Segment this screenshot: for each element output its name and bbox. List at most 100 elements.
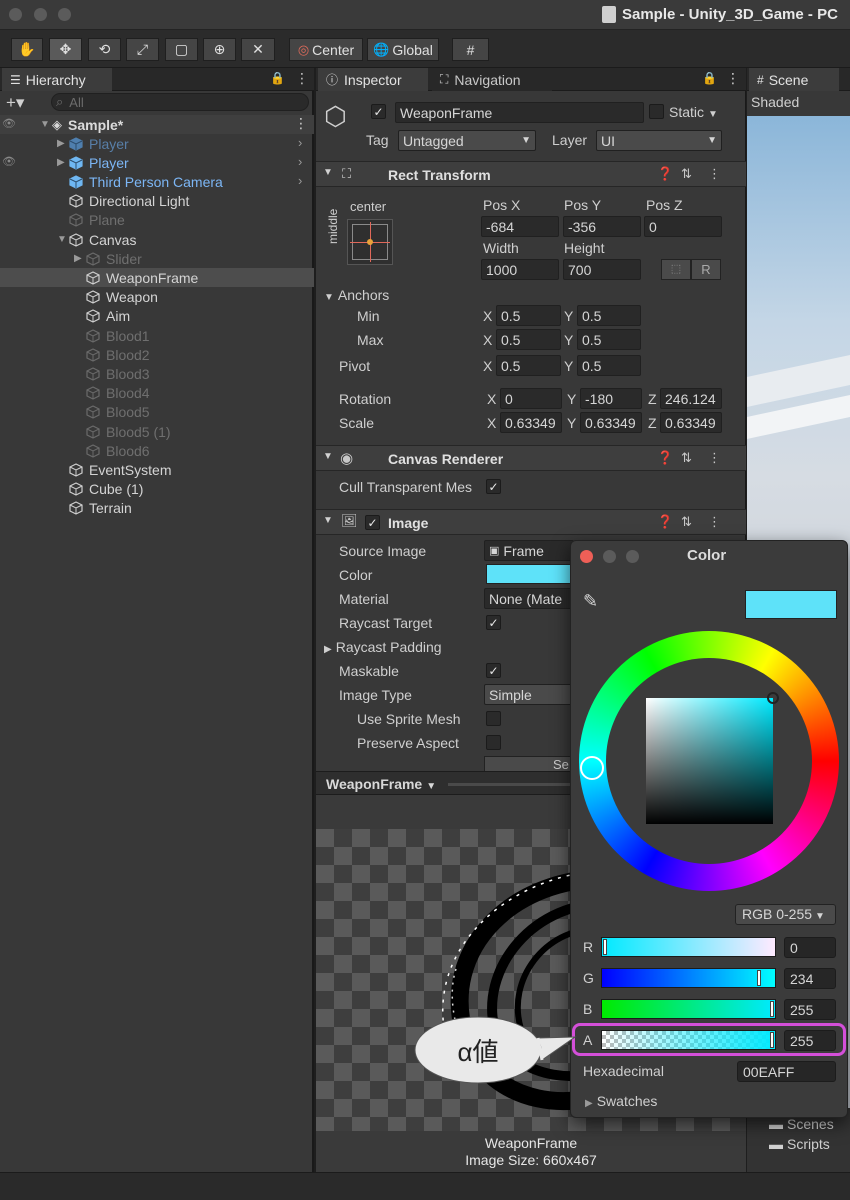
hierarchy-item[interactable]: ▼ Canvas [0,230,314,249]
hex-value-field[interactable]: 00EAFF [737,1061,836,1082]
expand-arrow-icon[interactable]: ▼ [57,234,69,245]
hierarchy-item[interactable]: Directional Light [0,192,314,211]
close-picker-button[interactable] [580,550,593,563]
blueprint-mode-button[interactable]: ⬚ [661,259,691,280]
max-x-field[interactable]: 0.5 [496,329,561,350]
help-icon[interactable]: ❓ [657,450,673,466]
posy-field[interactable]: -356 [563,216,641,237]
open-prefab-icon[interactable]: › [298,154,302,169]
more-options-icon[interactable]: ⋮ [295,70,309,87]
raycast-padding-foldout[interactable]: ▶ Raycast Padding [324,639,442,655]
preserve-aspect-checkbox[interactable] [486,735,501,750]
hierarchy-item[interactable]: Blood3 [0,364,314,383]
expand-arrow-icon[interactable]: ▶ [74,253,86,264]
cull-transparent-checkbox[interactable]: ✓ [486,479,501,494]
static-dropdown[interactable]: Static ▼ [669,104,718,120]
layer-dropdown[interactable]: UI ▼ [596,130,722,151]
move-tool-icon[interactable]: ✥ [49,38,82,61]
scale-tool-icon[interactable]: ⤢ [126,38,159,61]
tab-inspector[interactable]: ⓘ Inspector [318,68,428,91]
scale-x-field[interactable]: 0.63349 [500,412,562,433]
hierarchy-item[interactable]: Aim [0,307,314,326]
hierarchy-item[interactable]: Third Person Camera › [0,172,314,191]
source-image-field[interactable]: ▣ Frame [484,540,574,561]
hierarchy-item[interactable]: EventSystem [0,460,314,479]
hierarchy-item[interactable]: Blood5 (1) [0,422,314,441]
shading-mode-dropdown[interactable]: Shaded [751,94,799,110]
global-local-toggle[interactable]: 🌐 Global [367,38,439,61]
raw-edit-button[interactable]: R [691,259,721,280]
color-mode-dropdown[interactable]: RGB 0-255 ▼ [735,904,836,925]
tab-navigation[interactable]: ⛶ Navigation [432,68,552,91]
r-value-field[interactable]: 0 [784,937,836,958]
lock-icon[interactable]: 🔒 [270,71,285,85]
pivot-x-field[interactable]: 0.5 [496,355,561,376]
g-value-field[interactable]: 234 [784,968,836,989]
rotate-tool-icon[interactable]: ⟲ [88,38,121,61]
image-component-header[interactable]: ▼ 🖼 ✓ Image ❓ ⇅ ⋮ [316,509,746,535]
width-field[interactable]: 1000 [481,259,559,280]
scale-y-field[interactable]: 0.63349 [580,412,642,433]
hierarchy-item[interactable]: Blood1 [0,326,314,345]
material-field[interactable]: None (Mate [484,588,574,609]
minimize-window-button[interactable] [34,8,47,21]
component-menu-icon[interactable]: ⋮ [708,450,721,466]
more-options-icon[interactable]: ⋮ [726,70,740,87]
tab-hierarchy[interactable]: ☰ Hierarchy [2,68,112,91]
folder-scripts[interactable]: ▬ Scripts [769,1136,830,1152]
hierarchy-item[interactable]: ▶ Player › [0,134,314,153]
object-name-field[interactable]: WeaponFrame [395,102,644,123]
hierarchy-item[interactable]: ▶ Slider [0,249,314,268]
r-slider[interactable] [601,937,776,957]
maskable-checkbox[interactable]: ✓ [486,663,501,678]
image-enabled-checkbox[interactable]: ✓ [365,515,380,530]
hierarchy-item[interactable]: Blood5 [0,403,314,422]
collapse-arrow-icon[interactable]: ▼ [323,167,333,178]
color-field[interactable] [486,564,576,584]
b-slider-handle[interactable] [770,1001,774,1017]
hierarchy-item[interactable]: WeaponFrame [0,268,314,288]
hierarchy-item[interactable]: Cube (1) [0,480,314,499]
image-type-dropdown[interactable]: Simple [484,684,574,705]
swatches-foldout[interactable]: ▶ Swatches [585,1093,657,1109]
presets-icon[interactable]: ⇅ [681,166,692,182]
use-sprite-mesh-checkbox[interactable] [486,711,501,726]
create-button[interactable]: +▾ [6,93,24,113]
pivot-center-toggle[interactable]: ◎ Center [289,38,363,61]
rot-y-field[interactable]: -180 [580,388,642,409]
help-icon[interactable]: ❓ [657,166,673,182]
preview-object-dropdown[interactable]: WeaponFrame ▼ [326,776,436,792]
pivot-y-field[interactable]: 0.5 [577,355,641,376]
open-prefab-icon[interactable]: › [298,173,302,188]
expand-arrow-icon[interactable]: ▶ [57,157,69,168]
custom-tool-icon[interactable]: ✕ [241,38,275,61]
b-slider[interactable] [601,999,776,1019]
r-slider-handle[interactable] [603,939,607,955]
eyedropper-icon[interactable]: ✎ [583,591,598,612]
min-x-field[interactable]: 0.5 [496,305,561,326]
zoom-window-button[interactable] [58,8,71,21]
help-icon[interactable]: ❓ [657,514,673,530]
g-slider[interactable] [601,968,776,988]
tag-dropdown[interactable]: Untagged ▼ [398,130,536,151]
hierarchy-item[interactable]: Weapon [0,288,314,307]
expand-arrow-icon[interactable]: ▼ [40,119,52,130]
tab-scene[interactable]: # Scene [749,68,839,91]
gameobject-cube-icon[interactable]: ⬡ [324,102,354,132]
component-menu-icon[interactable]: ⋮ [708,514,721,530]
hue-handle[interactable] [580,756,604,780]
raycast-target-checkbox[interactable]: ✓ [486,615,501,630]
static-checkbox[interactable] [649,104,664,119]
b-value-field[interactable]: 255 [784,999,836,1020]
hierarchy-item[interactable]: Blood6 [0,441,314,460]
rot-x-field[interactable]: 0 [500,388,562,409]
hierarchy-item[interactable]: Blood4 [0,384,314,403]
folder-scenes[interactable]: ▬ Scenes [769,1116,834,1132]
scale-z-field[interactable]: 0.63349 [660,412,722,433]
canvas-renderer-header[interactable]: ▼ ◉ Canvas Renderer ❓ ⇅ ⋮ [316,445,746,471]
g-slider-handle[interactable] [757,970,761,986]
visibility-eye-icon[interactable]: 👁 [2,155,16,168]
min-y-field[interactable]: 0.5 [577,305,641,326]
presets-icon[interactable]: ⇅ [681,514,692,530]
scene-row[interactable]: 👁 ▼ ◈ Sample* ⋮ [0,115,314,134]
